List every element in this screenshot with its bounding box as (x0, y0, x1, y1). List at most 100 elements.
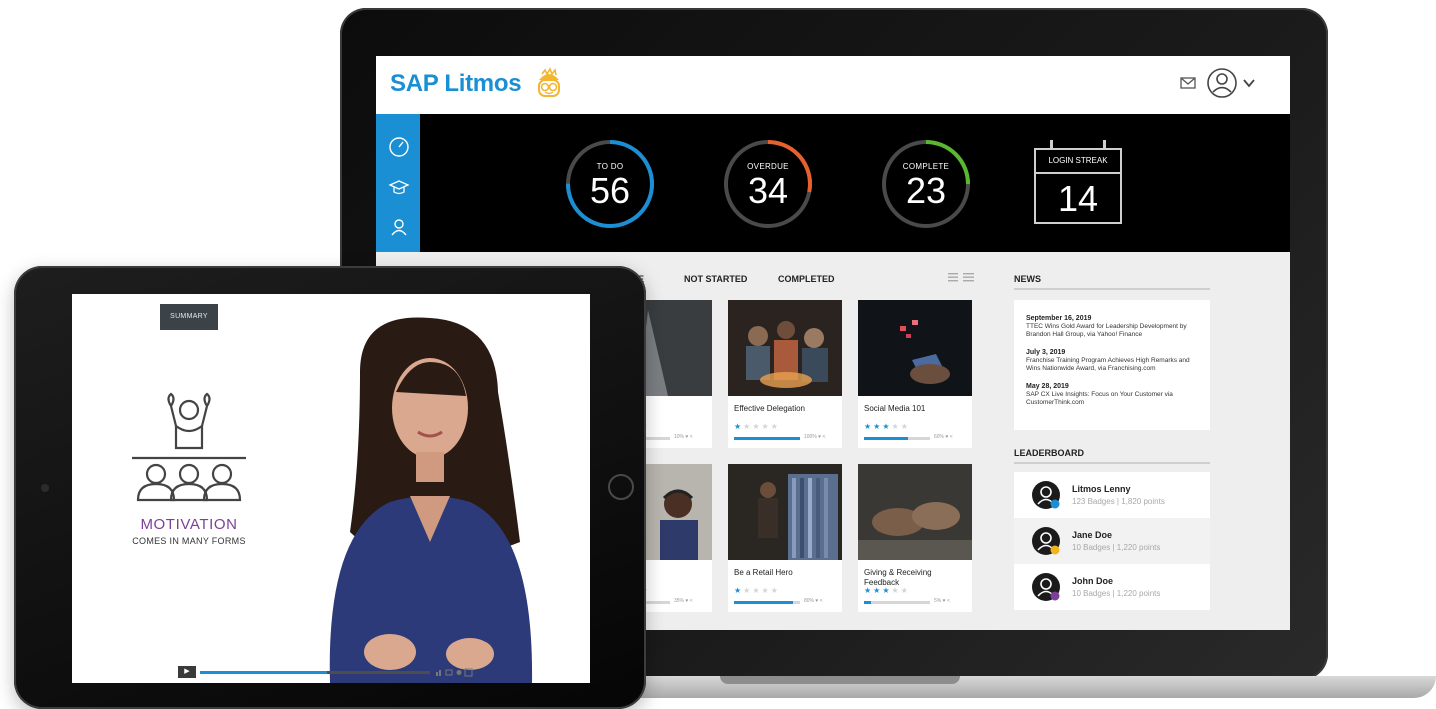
leader-name: Litmos Lenny (1072, 484, 1131, 494)
course-meta: 100% ♥ < (804, 434, 826, 440)
leader-avatar-icon (1032, 481, 1060, 509)
course-thumbnail (858, 300, 972, 396)
leaderboard-heading: LEADERBOARD (1014, 448, 1085, 458)
motivation-title: MOTIVATION (140, 516, 238, 533)
dashboard-gauge-icon[interactable] (388, 136, 410, 158)
chevron-down-icon[interactable] (1242, 76, 1256, 90)
star-icon: ★ (873, 422, 883, 431)
star-icon: ★ (761, 586, 771, 595)
marketing-scene: SAP Litmos TO DO 56 OVERDUE 34 COMPLETE … (0, 0, 1436, 709)
news-date: July 3, 2019 (1026, 349, 1066, 356)
course-meta: 10% ♥ < (674, 434, 693, 440)
news-panel: September 16, 2019 TTEC Wins Gold Award … (1014, 300, 1210, 430)
course-card[interactable]: Be a Retail Hero ★★★★★ 80% ♥ < (728, 464, 842, 612)
laptop-hinge (720, 676, 960, 684)
news-text: SAP CX Live Insights: Focus on Your Cust… (1026, 391, 1173, 406)
star-icon: ★ (761, 422, 771, 431)
leader-name: John Doe (1072, 576, 1114, 586)
todo-count: 56 (589, 170, 631, 211)
play-icon[interactable]: ▶ (178, 666, 196, 678)
leader-avatar-icon (1032, 573, 1060, 601)
star-icon: ★ (743, 586, 753, 595)
mascot-icon (538, 67, 560, 97)
news-divider (1014, 288, 1210, 290)
course-thumbnail (728, 464, 842, 560)
motivation-subtitle: COMES IN MANY FORMS (132, 536, 246, 546)
news-item[interactable]: July 3, 2019 Franchise Training Program … (1026, 348, 1198, 373)
player-settings-icons[interactable] (434, 668, 474, 677)
video-scrubber[interactable] (200, 671, 430, 674)
course-title: Be a Retail Hero (734, 568, 793, 577)
course-title: Social Media 101 (864, 404, 926, 413)
course-meta: 35% ♥ < (674, 598, 693, 604)
leader-stats: 10 Badges | 1,220 points (1072, 543, 1161, 552)
course-rating: ★★★★★ (734, 586, 780, 595)
course-progress (864, 601, 930, 604)
star-icon: ★ (864, 422, 874, 431)
course-meta: 80% ♥ < (804, 598, 823, 604)
tablet-home-button[interactable] (608, 474, 634, 500)
star-icon: ★ (882, 586, 892, 595)
course-progress (864, 437, 930, 440)
star-icon: ★ (770, 586, 780, 595)
star-icon: ★ (734, 422, 744, 431)
course-card[interactable]: Effective Delegation ★★★★★ 100% ♥ < (728, 300, 842, 448)
star-icon: ★ (752, 586, 762, 595)
news-item[interactable]: September 16, 2019 TTEC Wins Gold Award … (1026, 314, 1198, 339)
news-text: TTEC Wins Gold Award for Leadership Deve… (1026, 323, 1187, 338)
leader-stats: 10 Badges | 1,220 points (1072, 589, 1161, 598)
presenter-photo (329, 317, 533, 683)
login-streak-count: 14 (1057, 178, 1099, 219)
course-thumbnail (858, 464, 972, 560)
tab-not-started[interactable]: NOT STARTED (684, 274, 747, 284)
star-icon: ★ (770, 422, 780, 431)
star-icon: ★ (734, 586, 744, 595)
graduation-cap-icon[interactable] (388, 176, 410, 198)
overdue-count: 34 (747, 170, 789, 211)
star-icon: ★ (873, 586, 883, 595)
calendar-divider (1036, 172, 1120, 174)
audience-cheering-icon (132, 392, 246, 502)
star-icon: ★ (900, 586, 910, 595)
news-heading: NEWS (1014, 274, 1041, 284)
star-icon: ★ (752, 422, 762, 431)
course-title: Effective Delegation (734, 404, 806, 413)
news-item[interactable]: May 28, 2019 SAP CX Live Insights: Focus… (1026, 382, 1198, 407)
course-thumbnail (728, 300, 842, 396)
star-icon: ★ (864, 586, 874, 595)
leaderboard-row[interactable]: Jane Doe 10 Badges | 1,220 points (1014, 518, 1210, 564)
user-icon[interactable] (388, 216, 410, 238)
news-text: Franchise Training Program Achieves High… (1026, 357, 1190, 372)
app-logo[interactable]: SAP Litmos (390, 70, 522, 98)
tab-completed[interactable]: COMPLETED (778, 274, 835, 284)
login-streak-label: LOGIN STREAK (1048, 156, 1108, 165)
leaderboard-row[interactable]: Litmos Lenny 123 Badges | 1,820 points (1014, 472, 1210, 518)
complete-count: 23 (905, 170, 947, 211)
leader-avatar-icon (1032, 527, 1060, 555)
star-icon: ★ (891, 586, 901, 595)
news-date: May 28, 2019 (1026, 383, 1069, 390)
list-view-icon[interactable] (948, 272, 974, 282)
video-player-controls: ▶ (178, 666, 474, 680)
course-rating: ★★★★★ (864, 586, 910, 595)
course-progress (734, 601, 800, 604)
leader-name: Jane Doe (1072, 530, 1113, 540)
course-progress (734, 437, 800, 440)
news-date: September 16, 2019 (1026, 315, 1092, 322)
course-card[interactable]: Social Media 101 ★★★★★ 60% ♥ < (858, 300, 972, 448)
course-meta: 5% ♥ < (934, 598, 950, 604)
course-rating: ★★★★★ (734, 422, 780, 431)
leaderboard-divider (1014, 462, 1210, 464)
course-rating: ★★★★★ (864, 422, 910, 431)
app-header: SAP Litmos (376, 56, 1290, 114)
star-icon: ★ (900, 422, 910, 431)
tablet-camera (41, 484, 49, 492)
user-avatar-icon[interactable] (1206, 67, 1238, 99)
leaderboard-row[interactable]: John Doe 10 Badges | 1,220 points (1014, 564, 1210, 610)
summary-button[interactable]: SUMMARY (160, 304, 218, 330)
course-title: Giving & Receiving Feedback (864, 568, 932, 587)
course-card[interactable]: Giving & Receiving Feedback ★★★★★ 5% ♥ < (858, 464, 972, 612)
course-meta: 60% ♥ < (934, 434, 953, 440)
star-icon: ★ (882, 422, 892, 431)
mail-icon[interactable] (1180, 76, 1196, 90)
